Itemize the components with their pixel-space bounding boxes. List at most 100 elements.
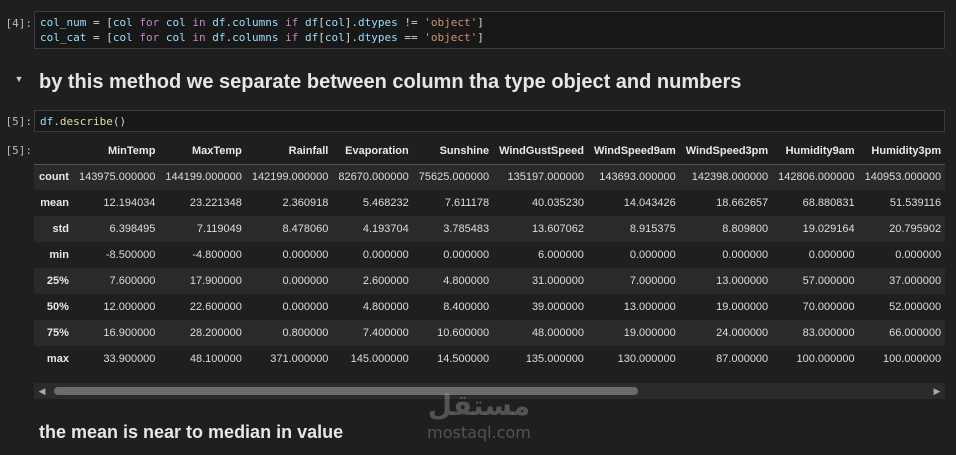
- table-cell: 6.000000: [538, 249, 584, 261]
- table-cell: 7.000000: [629, 275, 676, 287]
- table-cell: 0.000000: [895, 249, 942, 261]
- table-cell: 87.000000: [716, 353, 769, 365]
- table-cell: 7.400000: [362, 327, 409, 339]
- triangle-left-icon[interactable]: ◀: [34, 383, 50, 399]
- table-cell: 40.035230: [531, 197, 584, 209]
- row-label: 75%: [46, 327, 69, 339]
- cell-prompt: [5]:: [5, 115, 33, 128]
- table-cell: 2.600000: [362, 275, 409, 287]
- triangle-right-icon[interactable]: ▶: [929, 383, 945, 399]
- code-cell-input[interactable]: col_num = [col for col in df.columns if …: [34, 11, 945, 49]
- code-token: col: [165, 31, 186, 44]
- table-cell: 0.800000: [282, 327, 329, 339]
- table-cell: 18.662657: [716, 197, 769, 209]
- code-token: 'object': [424, 31, 478, 44]
- table-cell: 31.000000: [531, 275, 584, 287]
- code-token: for: [132, 31, 166, 44]
- code-token: col: [112, 16, 133, 29]
- code-token: in: [185, 16, 213, 29]
- table-cell: 4.800000: [443, 275, 490, 287]
- code-cell-input[interactable]: df.describe(): [34, 110, 945, 132]
- table-cell: 130.000000: [617, 353, 676, 365]
- code-token: (): [112, 115, 127, 128]
- code-token: for: [132, 16, 166, 29]
- column-header: Humidity3pm: [859, 138, 945, 165]
- code-token: ==: [397, 31, 425, 44]
- code-token: df: [212, 31, 226, 44]
- table-cell: 48.000000: [531, 327, 584, 339]
- row-label: std: [52, 223, 69, 235]
- table-cell: 0.000000: [282, 249, 329, 261]
- table-cell: 7.119049: [196, 223, 242, 235]
- table-cell: 66.000000: [889, 327, 942, 339]
- table-cell: 16.900000: [103, 327, 156, 339]
- table-cell: 82670.000000: [338, 171, 409, 184]
- table-cell: 33.900000: [103, 353, 156, 365]
- code-token: ].: [344, 16, 358, 29]
- table-cell: 12.000000: [103, 301, 156, 313]
- table-cell: 144199.000000: [165, 171, 242, 184]
- table-cell: 145.000000: [350, 353, 409, 365]
- table-cell: 0.000000: [282, 275, 329, 287]
- markdown-heading: the mean is near to median in value: [39, 422, 344, 442]
- table-cell: 14.500000: [437, 353, 490, 365]
- code-token: col: [324, 31, 345, 44]
- row-label: max: [46, 353, 69, 365]
- row-label: count: [39, 171, 69, 184]
- table-row: count 143975.000000 144199.000000 142199.00…: [34, 164, 945, 190]
- chevron-down-icon[interactable]: ▼: [12, 72, 26, 86]
- code-token: df: [304, 16, 319, 29]
- code-token: ]: [477, 16, 484, 29]
- scrollbar-thumb[interactable]: [54, 387, 638, 395]
- code-token: columns: [232, 16, 279, 29]
- code-token: describe: [59, 115, 113, 128]
- table-cell: 68.880831: [802, 197, 855, 209]
- row-label: 50%: [46, 301, 69, 313]
- code-token: 'object': [424, 16, 478, 29]
- table-row: 25% 7.600000 17.900000 0.000000 2.600000 4.80…: [34, 268, 945, 294]
- table-cell: 19.029164: [802, 223, 855, 235]
- code-token: col: [112, 31, 133, 44]
- column-header: Rainfall: [246, 138, 334, 165]
- code-token: ]: [477, 31, 484, 44]
- code-line: df.describe(): [40, 114, 939, 129]
- code-token: = [: [86, 16, 113, 29]
- table-cell: 0.000000: [362, 249, 409, 261]
- table-cell: 14.043426: [623, 197, 676, 209]
- cell-prompt: [4]:: [5, 17, 33, 30]
- table-cell: 23.221348: [189, 197, 242, 209]
- row-label: 25%: [46, 275, 69, 287]
- table-cell: 83.000000: [802, 327, 855, 339]
- watermark-url: mostaql.com: [427, 423, 531, 442]
- table-cell: 0.000000: [808, 249, 855, 261]
- table-cell: 12.194034: [103, 197, 156, 209]
- table-cell: 142398.000000: [691, 171, 769, 184]
- table-cell: 22.600000: [189, 301, 242, 313]
- code-token: col: [165, 16, 186, 29]
- column-header: Humidity9am: [773, 138, 860, 165]
- code-token: .: [53, 115, 60, 128]
- table-cell: 17.900000: [189, 275, 242, 287]
- table-cell: -8.500000: [105, 249, 156, 261]
- table-cell: 52.000000: [889, 301, 942, 313]
- table-cell: 57.000000: [802, 275, 855, 287]
- code-token: col: [324, 16, 345, 29]
- code-token: if: [278, 31, 305, 44]
- code-token: = [: [86, 31, 113, 44]
- table-cell: 4.800000: [362, 301, 409, 313]
- table-cell: 19.000000: [716, 301, 769, 313]
- code-token: col_num: [40, 16, 87, 29]
- describe-table: MinTemp MaxTemp Rainfall Evaporation Sunshin…: [34, 138, 945, 372]
- table-cell: 7.611178: [444, 197, 490, 209]
- column-header: WindSpeed3pm: [680, 138, 774, 165]
- table-cell: 10.600000: [437, 327, 490, 339]
- table-cell: 4.193704: [362, 223, 409, 235]
- table-cell: 143693.000000: [599, 171, 676, 184]
- table-cell: 371.000000: [270, 353, 329, 365]
- table-cell: 100.000000: [882, 353, 942, 365]
- code-token: df: [212, 16, 226, 29]
- column-header: MinTemp: [73, 138, 161, 165]
- column-header: WindSpeed9am: [588, 138, 681, 165]
- table-row: 75% 16.900000 28.200000 0.800000 7.400000 10.…: [34, 320, 945, 346]
- describe-output: MinTemp MaxTemp Rainfall Evaporation Sunshin…: [34, 138, 945, 372]
